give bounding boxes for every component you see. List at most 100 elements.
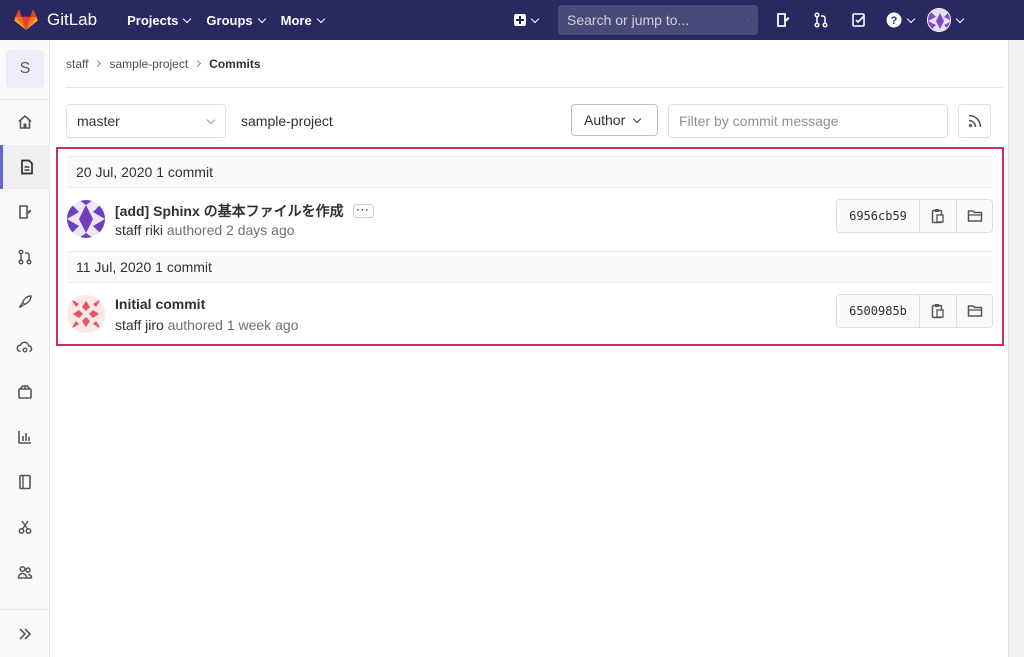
commit-day-date: 20 Jul, 2020 (76, 164, 153, 180)
project-avatar[interactable]: S (6, 50, 44, 88)
folder-open-icon (967, 305, 982, 317)
chevron-down-icon (633, 114, 642, 123)
commit-meta: staff jiro authored 1 week ago (115, 317, 298, 333)
breadcrumb-commits[interactable]: Commits (209, 57, 260, 71)
projects-menu[interactable]: Projects (119, 0, 198, 40)
sidebar-item-wiki[interactable] (0, 460, 50, 504)
ci-cd-rocket-icon (18, 295, 32, 309)
branch-select-value: master (77, 113, 120, 129)
issues-icon (777, 13, 790, 27)
todo-check-icon (852, 13, 865, 27)
project-sidebar: S (0, 40, 50, 657)
home-icon (18, 114, 32, 129)
sidebar-item-operations[interactable] (0, 325, 50, 369)
issues-icon (19, 205, 32, 219)
top-navbar: GitLab Projects Groups More ? (0, 0, 1024, 40)
browse-files-button[interactable] (956, 200, 992, 232)
merge-requests-nav-button[interactable] (802, 0, 840, 40)
gitlab-home-link[interactable]: GitLab (14, 9, 97, 31)
author-dropdown-label: Author (584, 112, 626, 128)
clipboard-icon (931, 304, 944, 319)
search-input[interactable] (567, 12, 748, 28)
sidebar-item-merge-requests[interactable] (0, 235, 50, 279)
folder-open-icon (967, 210, 982, 222)
sidebar-item-analytics[interactable] (0, 415, 50, 459)
commit-title-text[interactable]: Initial commit (115, 296, 205, 312)
sidebar-divider (0, 609, 50, 610)
chevron-down-icon (316, 14, 325, 23)
commit-day-date: 11 Jul, 2020 (76, 259, 152, 275)
snippets-scissors-icon (18, 520, 32, 534)
toggle-description-button[interactable]: ··· (352, 204, 374, 218)
new-dropdown-button[interactable] (506, 0, 546, 40)
sidebar-item-issues[interactable] (0, 190, 50, 234)
commit-author-link[interactable]: staff jiro (115, 317, 164, 333)
commit-title[interactable]: Initial commit (115, 296, 205, 312)
commit-row: [add] Sphinx の基本ファイルを作成 ··· staff riki a… (67, 188, 993, 251)
collapse-sidebar-icon (19, 628, 32, 640)
commit-meta: staff riki authored 2 days ago (115, 222, 295, 238)
merge-request-icon (18, 249, 32, 265)
more-menu-label: More (280, 12, 312, 28)
author-dropdown-button[interactable]: Author (571, 104, 658, 136)
commit-day-count: 1 commit (155, 259, 212, 275)
commit-sha-link[interactable]: 6500985b (837, 295, 920, 327)
more-menu[interactable]: More (273, 0, 332, 40)
breadcrumb-sample-project[interactable]: sample-project (109, 57, 188, 71)
commit-author-avatar[interactable] (67, 295, 105, 333)
commit-day-header: 11 Jul, 2020 1 commit (67, 251, 992, 283)
browse-files-button[interactable] (956, 295, 992, 327)
chevron-down-icon (906, 14, 916, 23)
copy-sha-button[interactable] (920, 200, 956, 232)
commit-author-avatar[interactable] (67, 200, 105, 238)
members-icon (17, 565, 33, 579)
merge-request-icon (814, 12, 828, 28)
commit-title[interactable]: [add] Sphinx の基本ファイルを作成 ··· (115, 201, 374, 221)
chevron-down-icon (955, 14, 965, 23)
sidebar-item-members[interactable] (0, 550, 50, 594)
commit-authored-time: authored 2 days ago (166, 222, 295, 238)
brand-name: GitLab (47, 10, 98, 29)
user-avatar (927, 8, 951, 32)
copy-sha-button[interactable] (920, 295, 956, 327)
chevron-right-icon (94, 59, 102, 68)
project-path[interactable]: sample-project (241, 113, 333, 129)
sidebar-item-project-overview[interactable] (0, 100, 50, 144)
search-box[interactable] (558, 5, 758, 35)
commits-toolbar: master sample-project Author (66, 104, 991, 138)
projects-menu-label: Projects (127, 12, 179, 28)
commit-sha-link[interactable]: 6956cb59 (837, 200, 920, 232)
operations-cloud-icon (16, 341, 33, 353)
user-menu-button[interactable] (922, 0, 968, 40)
branch-select[interactable]: master (66, 104, 226, 138)
commit-row: Initial commit staff jiro authored 1 wee… (67, 283, 993, 346)
groups-menu[interactable]: Groups (198, 0, 272, 40)
svg-text:?: ? (891, 15, 898, 27)
sidebar-item-repository[interactable] (0, 145, 50, 189)
commit-day-count: 1 commit (156, 164, 213, 180)
commit-author-link[interactable]: staff riki (115, 222, 163, 238)
sidebar-item-snippets[interactable] (0, 505, 50, 549)
help-question-icon: ? (886, 12, 902, 28)
analytics-icon (18, 431, 31, 444)
chevron-right-icon (194, 59, 202, 68)
todos-nav-button[interactable] (840, 0, 878, 40)
breadcrumb-staff[interactable]: staff (66, 57, 88, 71)
chevron-down-icon (530, 14, 540, 23)
commit-day-header: 20 Jul, 2020 1 commit (67, 156, 992, 188)
commit-sha-group: 6956cb59 (836, 199, 993, 233)
gitlab-logo-icon (14, 9, 38, 30)
help-dropdown-button[interactable]: ? (878, 0, 922, 40)
clipboard-icon (931, 209, 944, 224)
issues-nav-button[interactable] (764, 0, 802, 40)
collapse-sidebar-button[interactable] (0, 612, 50, 656)
sidebar-item-packages[interactable] (0, 370, 50, 414)
wiki-book-icon (19, 474, 31, 490)
commit-title-text[interactable]: [add] Sphinx の基本ファイルを作成 (115, 201, 344, 221)
vertical-scrollbar[interactable] (1008, 40, 1024, 657)
sidebar-item-ci-cd[interactable] (0, 280, 50, 324)
rss-feed-button[interactable] (958, 104, 991, 138)
commit-message-filter-input[interactable] (668, 104, 948, 138)
breadcrumb: staff sample-project Commits (66, 40, 1003, 88)
commit-sha-group: 6500985b (836, 294, 993, 328)
